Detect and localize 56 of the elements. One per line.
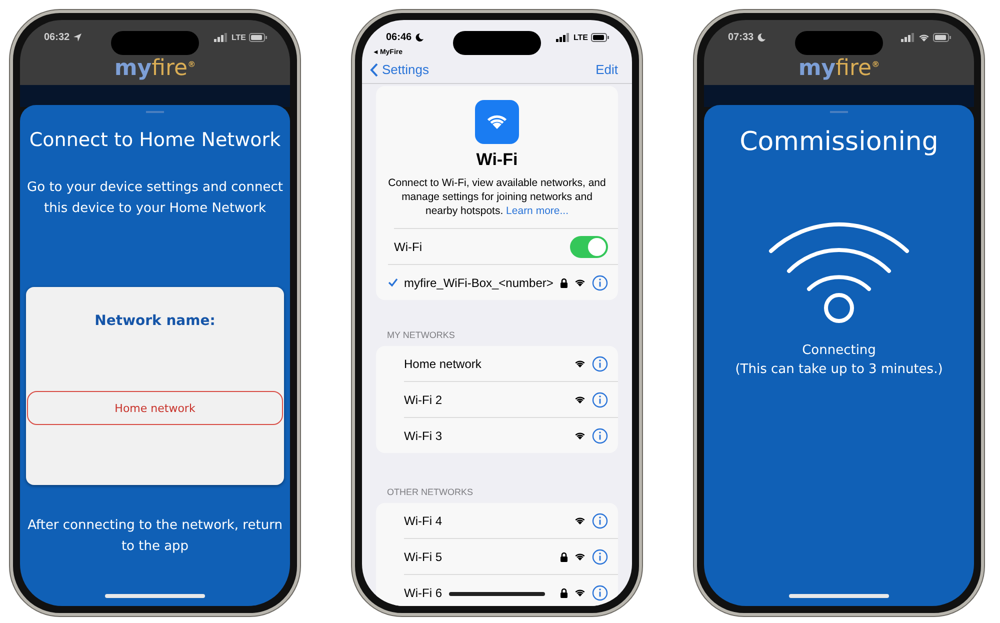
clock-time: 06:46	[386, 32, 412, 42]
battery-icon	[591, 32, 610, 42]
network-name[interactable]: Home network	[404, 356, 568, 370]
instructions-text: Go to your device settings and connect this device to your Home Network	[26, 179, 284, 218]
info-icon	[592, 428, 608, 444]
wifi-icon	[574, 431, 586, 440]
info-icon	[592, 512, 608, 528]
info-icon	[592, 274, 608, 290]
signal-icon	[214, 32, 228, 42]
network-type: LTE	[573, 32, 588, 42]
back-button-label[interactable]: Settings	[382, 62, 429, 77]
network-name[interactable]: Wi-Fi 2	[404, 392, 568, 406]
wifi-icon	[574, 552, 586, 561]
section-header: OTHER NETWORKS	[387, 487, 474, 497]
battery-icon	[249, 32, 268, 42]
wifi-toggle-label: Wi-Fi	[394, 240, 423, 254]
drag-handle[interactable]	[146, 111, 164, 113]
network-name-label: Network name:	[94, 313, 216, 329]
wifi-toggle[interactable]	[570, 236, 608, 258]
chevron-left-icon	[370, 62, 378, 76]
network-name[interactable]: Wi-Fi 3	[404, 428, 568, 442]
info-icon	[592, 584, 608, 600]
info-icon	[592, 356, 608, 372]
battery-icon	[933, 32, 952, 42]
status-text: Connecting	[802, 343, 876, 358]
clock-time: 07:33	[728, 32, 754, 42]
info-icon	[592, 392, 608, 408]
learn-more-link[interactable]: Learn more...	[506, 205, 568, 217]
network-name[interactable]: myfire_WiFi-Box_<number>	[404, 276, 554, 290]
network-name[interactable]: Wi-Fi 5	[404, 550, 554, 564]
wifi-icon	[574, 516, 586, 525]
back-button[interactable]: Settings	[370, 62, 429, 77]
signal-icon	[556, 32, 570, 42]
info-icon	[592, 548, 608, 564]
wifi-icon	[574, 278, 586, 287]
app-logo: myfire®	[114, 56, 196, 81]
network-type: LTE	[231, 32, 246, 42]
footer-text: After connecting to the network, return to the app	[26, 517, 284, 556]
wifi-icon	[574, 588, 586, 597]
network-name[interactable]: Wi-Fi 4	[404, 514, 568, 528]
network-name-field[interactable]: Home network	[27, 391, 283, 425]
section-header: MY NETWORKS	[387, 330, 456, 340]
wifi-title: Wi-Fi	[476, 150, 518, 170]
wifi-app-icon	[475, 100, 519, 144]
screen-title: Commissioning	[740, 127, 938, 157]
wifi-icon	[574, 395, 586, 404]
network-name[interactable]: Wi-Fi 6	[404, 586, 554, 600]
drag-handle[interactable]	[830, 111, 848, 113]
duration-note: (This can take up to 3 minutes.)	[735, 362, 943, 377]
app-logo: myfire®	[798, 56, 880, 81]
clock-time: 06:32	[44, 32, 70, 42]
wifi-description: Connect to Wi-Fi, view available networks, and manage settings for joining networks and nearby hotspots. Learn more...	[387, 176, 607, 218]
wifi-icon	[574, 359, 586, 368]
edit-button[interactable]: Edit	[596, 62, 618, 77]
screen-title: Connect to Home Network	[29, 129, 281, 151]
signal-icon	[901, 32, 915, 42]
